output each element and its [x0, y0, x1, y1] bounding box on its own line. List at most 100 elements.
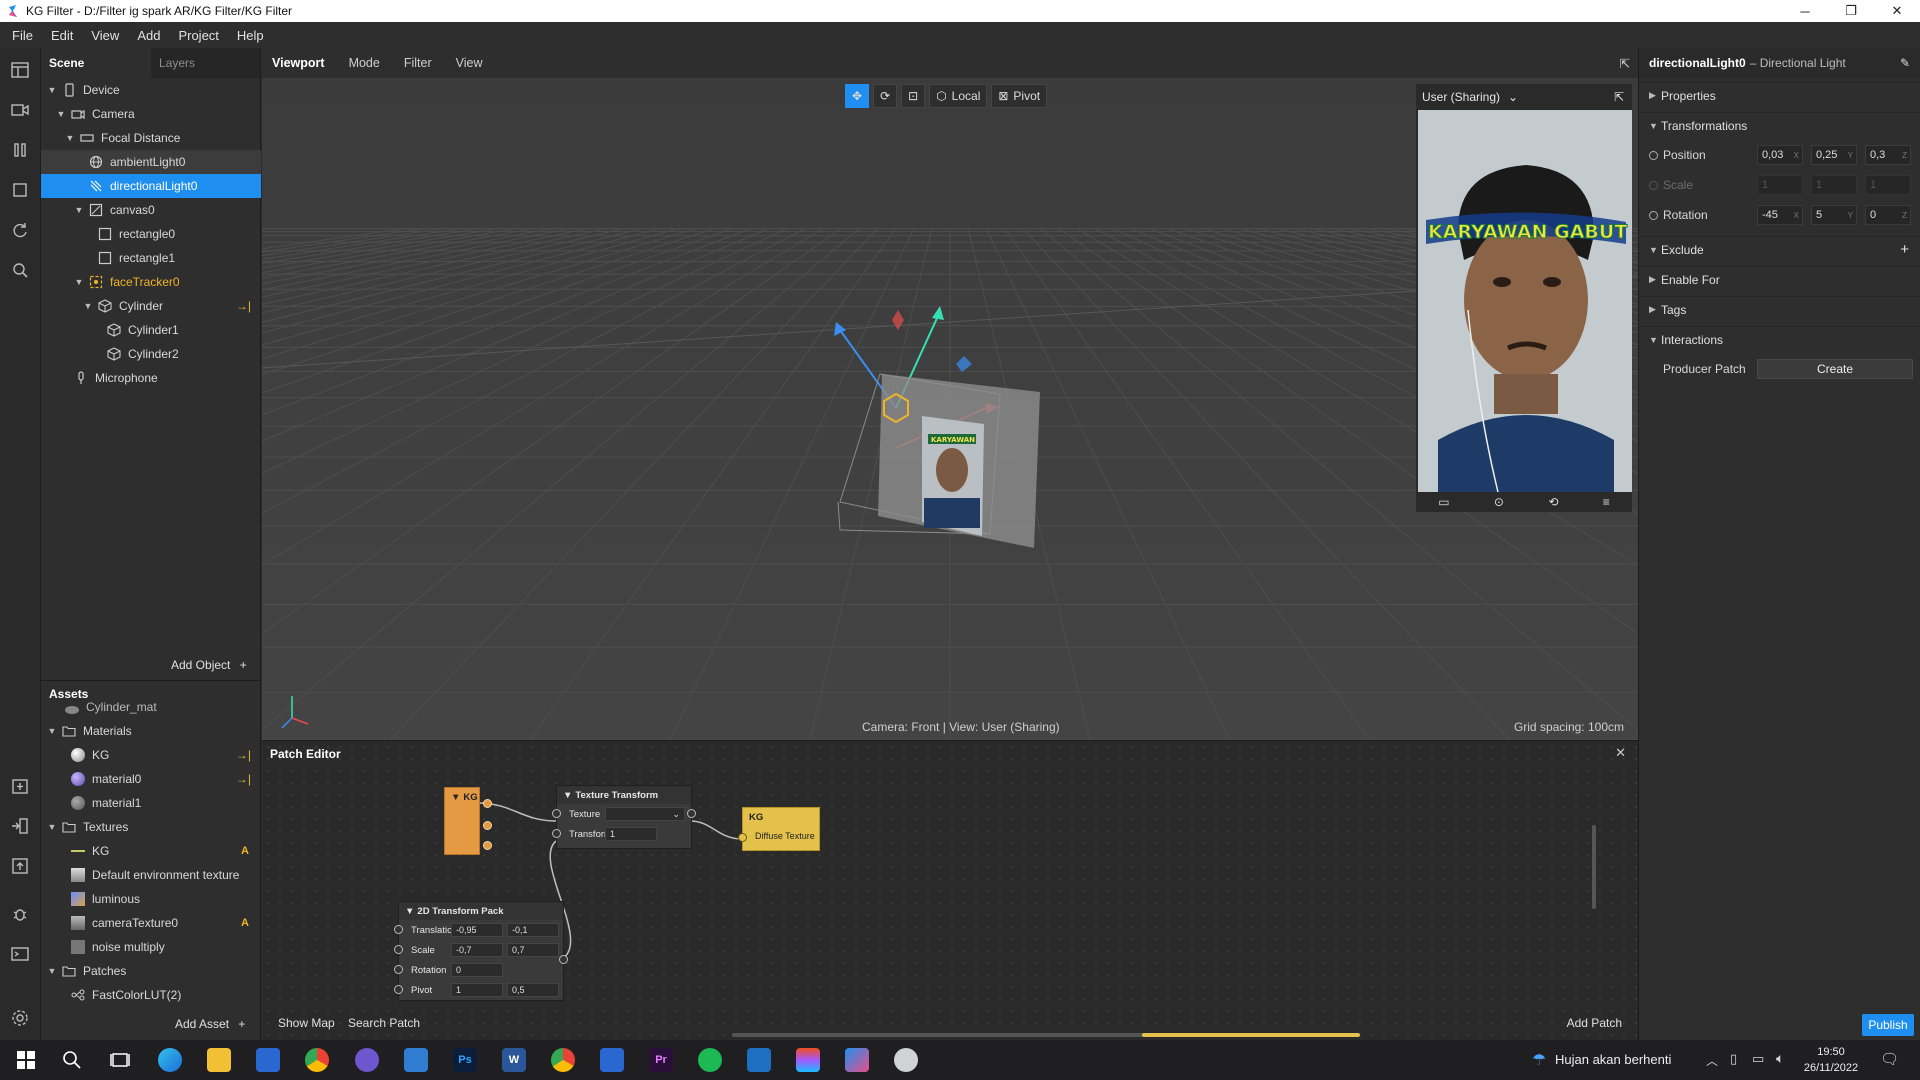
import-icon[interactable]: [10, 776, 30, 796]
translation-x-input[interactable]: -0,95: [451, 923, 503, 937]
keyframe-dot-icon[interactable]: [1649, 150, 1658, 160]
tree-item-cylinder2[interactable]: Cylinder2: [41, 342, 261, 366]
keyframe-dot-icon[interactable]: [1649, 210, 1658, 220]
section-properties[interactable]: ▶ Properties: [1639, 82, 1920, 108]
windows-start-icon[interactable]: [14, 1048, 38, 1072]
asset-default-environment-texture[interactable]: Default environment texture: [41, 863, 261, 887]
scale-tool-button[interactable]: ⊡: [901, 84, 926, 108]
local-space-button[interactable]: ⬡ Local: [929, 84, 988, 108]
rotation-x-input[interactable]: -45 X: [1757, 205, 1803, 225]
asset-noise-multiply[interactable]: noise multiply: [41, 935, 261, 959]
output-port[interactable]: [483, 799, 492, 808]
tree-item-cylinder[interactable]: ▼ Cylinder →|: [41, 294, 261, 318]
input-port[interactable]: [394, 985, 403, 994]
rotation-y-input[interactable]: 5Y: [1811, 205, 1857, 225]
tree-item-cylinder1[interactable]: Cylinder1: [41, 318, 261, 342]
asset-material-kg[interactable]: KG →|: [41, 743, 261, 767]
show-map-button[interactable]: Show Map: [278, 1016, 335, 1030]
add-asset-button[interactable]: Add Asset +: [175, 1017, 245, 1031]
popout-icon[interactable]: ⇱: [1614, 90, 1624, 104]
figma-icon[interactable]: [796, 1048, 820, 1072]
collapse-arrow-icon[interactable]: ▼: [405, 906, 414, 917]
tree-item-focal-distance[interactable]: ▼ Focal Distance: [41, 126, 261, 150]
tree-item-rectangle0[interactable]: rectangle0: [41, 222, 261, 246]
input-port[interactable]: [394, 945, 403, 954]
collapse-arrow-icon[interactable]: ▼: [451, 792, 460, 803]
asset-luminous[interactable]: luminous: [41, 887, 261, 911]
volume-icon[interactable]: 🔈︎: [1776, 1050, 1784, 1067]
upload-icon[interactable]: [10, 856, 30, 876]
asset-folder-materials[interactable]: ▼ Materials: [41, 719, 261, 743]
input-port[interactable]: [552, 809, 561, 818]
menu-edit[interactable]: Edit: [51, 28, 73, 43]
add-object-button[interactable]: Add Object +: [171, 658, 247, 672]
expand-arrow-icon[interactable]: ▼: [74, 277, 84, 287]
expand-arrow-icon[interactable]: ▼: [74, 205, 84, 215]
photos-app-icon[interactable]: [404, 1048, 428, 1072]
spotify-icon[interactable]: [698, 1048, 722, 1072]
chevron-up-icon[interactable]: ︿: [1706, 1052, 1718, 1069]
network-icon[interactable]: ▭: [1752, 1051, 1764, 1067]
tab-mode[interactable]: Mode: [349, 56, 380, 70]
input-port[interactable]: [552, 829, 561, 838]
pivot-x-input[interactable]: 1: [451, 983, 503, 997]
search-icon[interactable]: [10, 260, 30, 280]
square-icon[interactable]: [10, 180, 30, 200]
texture-dropdown[interactable]: ⌄: [605, 807, 685, 821]
tree-item-directional-light[interactable]: directionalLight0: [41, 174, 261, 198]
section-tags[interactable]: ▶ Tags: [1639, 296, 1920, 322]
scale-x-input[interactable]: -0,7: [451, 943, 503, 957]
asset-material1[interactable]: material1: [41, 791, 261, 815]
weather-rain-icon[interactable]: ☂: [1532, 1050, 1546, 1070]
section-enable-for[interactable]: ▶ Enable For: [1639, 266, 1920, 292]
plus-icon[interactable]: +: [1900, 241, 1909, 258]
menu-add[interactable]: Add: [137, 28, 160, 43]
rotation-input[interactable]: 0: [451, 963, 503, 977]
popout-icon[interactable]: ⇱: [1620, 56, 1630, 71]
premiere-pro-icon[interactable]: Pr: [649, 1048, 673, 1072]
tab-view[interactable]: View: [456, 56, 483, 70]
search-patch-button[interactable]: Search Patch: [348, 1016, 420, 1030]
input-port[interactable]: [394, 925, 403, 934]
position-z-input[interactable]: 0,3 Z: [1865, 145, 1911, 165]
tab-scene[interactable]: Scene: [41, 48, 151, 78]
section-transformations[interactable]: ▼ Transformations: [1639, 112, 1920, 138]
patch-node-kg-material[interactable]: KG Diffuse Texture: [738, 807, 820, 851]
console-icon[interactable]: [10, 944, 30, 964]
tree-item-face-tracker[interactable]: ▼ faceTracker0: [41, 270, 261, 294]
preview-device-select[interactable]: User (Sharing): [1422, 90, 1500, 104]
output-port[interactable]: [483, 821, 492, 830]
settings-gear-icon[interactable]: [10, 1008, 30, 1028]
tab-layers[interactable]: Layers: [151, 48, 203, 78]
asset-folder-textures[interactable]: ▼ Textures: [41, 815, 261, 839]
record-video-icon[interactable]: ▭: [1438, 495, 1449, 509]
section-interactions[interactable]: ▼ Interactions: [1639, 326, 1920, 352]
patch-node-2d-transform-pack[interactable]: ▼ 2D Transform Pack Translation -0,95 -0,…: [394, 901, 568, 1001]
add-patch-button[interactable]: Add Patch: [1567, 1016, 1622, 1030]
video-icon[interactable]: [10, 100, 30, 120]
chevron-down-icon[interactable]: ⌄: [1508, 90, 1518, 104]
menu-help[interactable]: Help: [237, 28, 264, 43]
rotation-z-input[interactable]: 0Z: [1865, 205, 1911, 225]
word-icon[interactable]: W: [502, 1048, 526, 1072]
expand-arrow-icon[interactable]: ▼: [47, 726, 57, 736]
expand-arrow-icon[interactable]: ▼: [65, 133, 75, 143]
tree-item-rectangle1[interactable]: rectangle1: [41, 246, 261, 270]
asset-fast-color-lut[interactable]: FastColorLUT(2): [41, 983, 261, 1007]
layout-icon[interactable]: [10, 60, 30, 80]
send-to-device-icon[interactable]: [10, 816, 30, 836]
input-port[interactable]: [394, 965, 403, 974]
menu-view[interactable]: View: [91, 28, 119, 43]
clock[interactable]: 19:50 26/11/2022: [1800, 1044, 1862, 1076]
move-tool-button[interactable]: ✥: [845, 84, 870, 108]
expand-arrow-icon[interactable]: ▼: [56, 109, 66, 119]
scale-y-input[interactable]: 0,7: [507, 943, 559, 957]
translation-y-input[interactable]: -0,1: [507, 923, 559, 937]
photoshop-icon[interactable]: Ps: [453, 1048, 477, 1072]
rotate-tool-button[interactable]: ⟳: [873, 84, 898, 108]
pivot-button[interactable]: ⊠ Pivot: [991, 84, 1048, 108]
menu-project[interactable]: Project: [178, 28, 218, 43]
screenshot-icon[interactable]: ⊙: [1494, 495, 1504, 509]
section-exclude[interactable]: ▼ Exclude +: [1639, 236, 1920, 262]
transform-input[interactable]: 1: [605, 827, 657, 841]
